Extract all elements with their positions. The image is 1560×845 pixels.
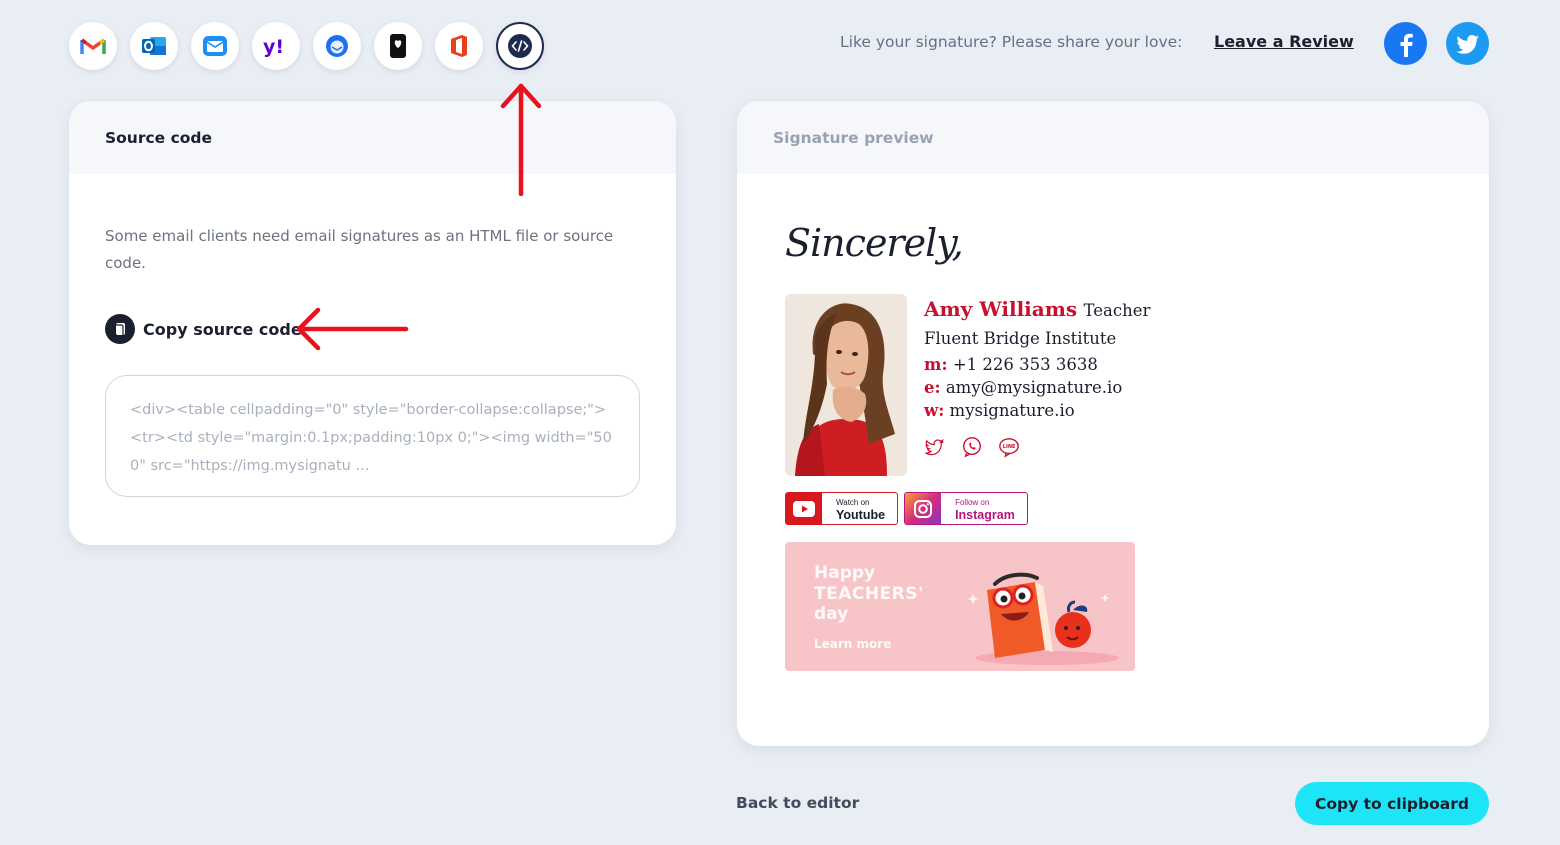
html-source-client-button[interactable] — [496, 22, 544, 70]
signature-preview-title: Signature preview — [737, 101, 1489, 174]
signature-institution: Fluent Bridge Institute — [924, 329, 1117, 348]
annotation-arrow-left — [296, 307, 409, 351]
signature-name: Amy Williams — [924, 297, 1078, 321]
signature-phone: m: +1 226 353 3638 — [924, 355, 1150, 374]
outlook-icon — [142, 37, 166, 55]
twitter-icon — [1455, 34, 1479, 54]
website-value[interactable]: mysignature.io — [950, 401, 1075, 420]
thunderbird-client-button[interactable] — [313, 22, 361, 70]
twitter-icon[interactable] — [924, 436, 946, 458]
email-value[interactable]: amy@mysignature.io — [946, 378, 1122, 397]
gmail-icon — [80, 38, 106, 54]
apple-ios-client-button[interactable] — [374, 22, 422, 70]
book-mascot-illustration — [967, 572, 1119, 665]
svg-text:LINE: LINE — [1003, 444, 1016, 450]
email-client-selector: y! — [69, 22, 544, 70]
source-code-panel-title: Source code — [69, 101, 676, 174]
phone-key: m: — [924, 355, 948, 374]
code-icon — [508, 34, 532, 58]
signature-details: Amy Williams Teacher Fluent Bridge Insti… — [924, 297, 1150, 458]
phone-icon — [390, 34, 406, 58]
email-key: e: — [924, 378, 941, 397]
office-365-client-button[interactable] — [435, 22, 483, 70]
source-code-textarea[interactable]: <div><table cellpadding="0" style="borde… — [105, 375, 640, 497]
annotation-arrow-up — [500, 83, 542, 196]
profile-photo — [785, 294, 907, 476]
youtube-badge[interactable]: Watch on Youtube — [785, 492, 899, 525]
youtube-icon — [786, 493, 822, 524]
office-icon — [451, 35, 467, 57]
copy-source-code-button[interactable]: Copy source code — [105, 314, 302, 344]
signoff-text: Sincerely, — [785, 221, 964, 265]
signature-badges: Watch on Youtube Follow on Instagram — [785, 492, 1028, 525]
mail-icon — [203, 36, 227, 56]
signature-social-icons: LINE — [924, 436, 1150, 458]
apple-mail-client-button[interactable] — [191, 22, 239, 70]
instagram-icon — [905, 493, 942, 524]
youtube-badge-big: Youtube — [836, 508, 886, 522]
viber-icon[interactable] — [961, 436, 983, 458]
teachers-day-banner[interactable]: Happy TEACHERS' day Learn more — [785, 542, 1135, 671]
twitter-share-button[interactable] — [1446, 22, 1489, 65]
signature-email: e: amy@mysignature.io — [924, 378, 1150, 397]
instagram-badge[interactable]: Follow on Instagram — [904, 492, 1028, 525]
signature-website: w: mysignature.io — [924, 401, 1150, 420]
svg-text:y!: y! — [263, 36, 284, 57]
source-code-description: Some email clients need email signatures… — [105, 227, 614, 272]
banner-line-2: TEACHERS' — [814, 584, 924, 604]
banner-cta: Learn more — [814, 637, 892, 651]
banner-line-1: Happy — [814, 563, 876, 583]
signature-role: Teacher — [1083, 301, 1151, 320]
web-key: w: — [924, 401, 945, 420]
instagram-badge-big: Instagram — [955, 508, 1015, 522]
signature-preview-panel: Signature preview Sincerely, Amy William… — [737, 101, 1489, 746]
copy-source-code-label: Copy source code — [143, 319, 302, 339]
yahoo-icon: y! — [263, 36, 284, 57]
back-to-editor-link[interactable]: Back to editor — [736, 794, 859, 812]
thunderbird-icon — [326, 35, 348, 57]
copy-to-clipboard-button[interactable]: Copy to clipboard — [1295, 782, 1489, 825]
yahoo-client-button[interactable]: y! — [252, 22, 300, 70]
facebook-share-button[interactable] — [1384, 22, 1427, 65]
line-icon[interactable]: LINE — [998, 436, 1020, 458]
outlook-client-button[interactable] — [130, 22, 178, 70]
copy-icon — [105, 314, 135, 344]
share-prompt-text: Like your signature? Please share your l… — [840, 33, 1183, 51]
gmail-client-button[interactable] — [69, 22, 117, 70]
facebook-icon — [1400, 33, 1413, 57]
banner-line-3: day — [814, 604, 849, 624]
leave-review-link[interactable]: Leave a Review — [1214, 32, 1354, 51]
phone-value: +1 226 353 3638 — [952, 355, 1098, 374]
